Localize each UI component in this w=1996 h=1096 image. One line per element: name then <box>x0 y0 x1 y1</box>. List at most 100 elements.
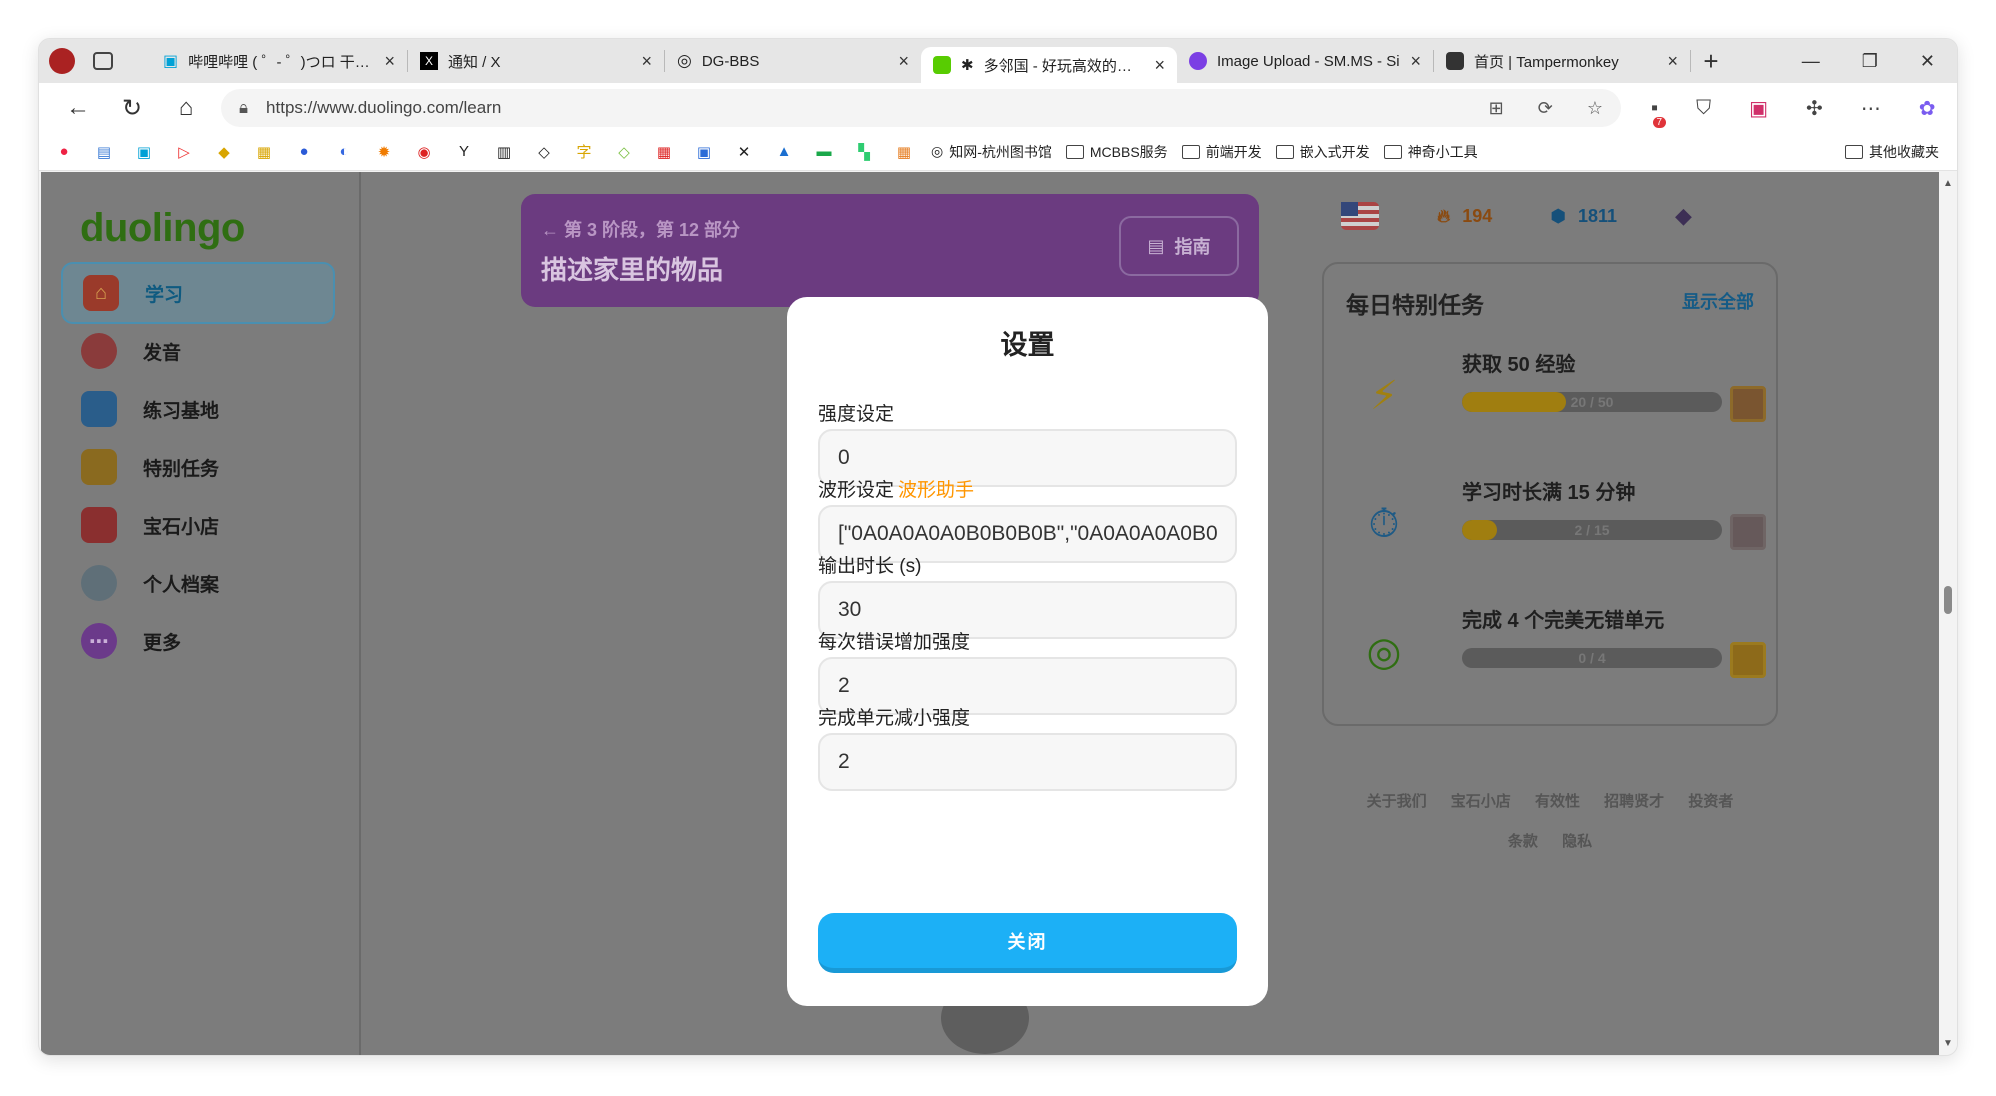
sidebar-item-profile[interactable]: 个人档案 <box>61 552 335 614</box>
copilot-icon[interactable]: ✿ <box>1919 96 1936 121</box>
bookmark-bilibili-icon[interactable]: ▣ <box>131 139 157 165</box>
bookmark-app-icon[interactable]: ● <box>51 139 77 165</box>
field-label: 波形设定 波形助手 <box>818 480 975 501</box>
home-nav-icon[interactable]: ⌂ <box>159 94 213 122</box>
back-arrow-icon[interactable]: ← <box>541 220 564 240</box>
site-info-icon[interactable]: 🔒︎ <box>239 98 248 118</box>
footer-link[interactable]: 隐私 <box>1562 833 1592 850</box>
shield-icon[interactable]: ⛉ <box>1696 97 1711 120</box>
show-all-link[interactable]: 显示全部 <box>1682 288 1754 314</box>
profile-avatar-icon[interactable] <box>49 48 75 74</box>
sidebar-item-shop[interactable]: 宝石小店 <box>61 494 335 556</box>
bookmark-app-icon[interactable]: ▦ <box>251 139 277 165</box>
address-bar[interactable]: 🔒︎ https://www.duolingo.com/learn ⊞ ⟳ ☆ <box>221 89 1621 127</box>
sidebar-item-practice[interactable]: 练习基地 <box>61 378 335 440</box>
bookmark-app-icon[interactable]: ▚ <box>851 139 877 165</box>
us-flag-icon[interactable] <box>1341 202 1379 230</box>
close-button[interactable]: 关闭 <box>818 913 1237 973</box>
bookmark-folder[interactable]: MCBBS服务 <box>1065 142 1168 162</box>
bookmark-app-icon[interactable]: ▦ <box>651 139 677 165</box>
folder-icon <box>1065 144 1084 159</box>
tab-duolingo[interactable]: ✱ 多邻国 - 好玩高效的英语 × <box>921 47 1177 83</box>
scroll-up-icon[interactable]: ▲ <box>1943 178 1953 189</box>
page-scrollbar[interactable]: ▲ ▼ <box>1939 172 1957 1055</box>
bookmark-app-icon[interactable]: ◆ <box>211 139 237 165</box>
tab-bilibili[interactable]: ▣ 哔哩哔哩 ( ゜- ゜)つロ 干杯~ × <box>151 43 407 79</box>
duolingo-logo[interactable]: duolingo <box>80 206 245 251</box>
tab-x[interactable]: X 通知 / X × <box>408 43 664 79</box>
sidebar-item-more[interactable]: ⋯ 更多 <box>61 610 335 672</box>
footer-link[interactable]: 宝石小店 <box>1451 793 1511 810</box>
minimize-icon[interactable]: — <box>1802 51 1820 72</box>
unit-decrease-input[interactable] <box>818 733 1237 791</box>
guide-button[interactable]: ▤ 指南 <box>1119 216 1239 276</box>
sidebar-item-pronunciation[interactable]: 发音 <box>61 320 335 382</box>
tab-dgbbs[interactable]: ◎ DG-BBS × <box>665 43 921 79</box>
extensions-puzzle-icon[interactable]: ✣ <box>1806 96 1823 121</box>
bookmark-app-icon[interactable]: ▤ <box>91 139 117 165</box>
tab-actions-icon[interactable] <box>93 52 113 70</box>
bookmark-app-icon[interactable]: ● <box>291 139 317 165</box>
bookmark-app-icon[interactable]: ◐ <box>331 139 357 165</box>
footer-link[interactable]: 条款 <box>1508 833 1538 850</box>
footer-link[interactable]: 关于我们 <box>1367 793 1427 810</box>
folder-icon <box>1845 144 1863 159</box>
sidebar-item-quests[interactable]: 特别任务 <box>61 436 335 498</box>
tab-smms[interactable]: Image Upload - SM.MS - Si × <box>1177 43 1433 79</box>
bookmark-folder[interactable]: 嵌入式开发 <box>1275 142 1370 162</box>
waveform-helper-link[interactable]: 波形助手 <box>898 480 974 501</box>
x-icon: X <box>420 52 438 70</box>
bookmark-app-icon[interactable]: ▥ <box>491 139 517 165</box>
scrollbar-thumb[interactable] <box>1944 586 1952 614</box>
other-bookmarks-folder[interactable]: 其他收藏夹 <box>1845 142 1957 162</box>
footer-link[interactable]: 招聘贤才 <box>1604 793 1664 810</box>
close-icon[interactable]: × <box>898 51 909 72</box>
gems-counter[interactable]: ⬢ 1811 <box>1550 206 1617 227</box>
bookmark-app-icon[interactable]: ◉ <box>411 139 437 165</box>
extension-red-icon[interactable]: ▣ <box>1749 96 1768 121</box>
more-menu-icon[interactable]: ⋯ <box>1861 96 1881 121</box>
bookmark-app-icon[interactable]: 字 <box>571 139 597 165</box>
app-install-icon[interactable]: ⊞ <box>1489 98 1504 119</box>
close-icon[interactable]: × <box>1154 55 1165 76</box>
restore-icon[interactable]: ❐ <box>1862 51 1878 72</box>
bookmark-play-icon[interactable]: ▷ <box>171 139 197 165</box>
bookmark-app-icon[interactable]: ✕ <box>731 139 757 165</box>
window-close-icon[interactable]: ✕ <box>1920 51 1935 72</box>
extension-badge-icon[interactable]: ▪ 7 <box>1651 97 1667 128</box>
bookmark-app-icon[interactable]: ◇ <box>611 139 637 165</box>
unit-banner[interactable]: ← 第 3 阶段，第 12 部分 描述家里的物品 ▤ 指南 <box>521 194 1259 307</box>
close-icon[interactable]: × <box>1667 51 1678 72</box>
close-icon[interactable]: × <box>641 51 652 72</box>
bookmark-app-icon[interactable]: ▲ <box>771 139 797 165</box>
quest-progress-bar: 20 / 50 <box>1462 392 1722 412</box>
bookmark-app-icon[interactable]: ✹ <box>371 139 397 165</box>
footer-link[interactable]: 有效性 <box>1535 793 1580 810</box>
sidebar-item-learn[interactable]: ⌂ 学习 <box>61 262 335 324</box>
tab-tampermonkey[interactable]: 首页 | Tampermonkey × <box>1434 43 1690 79</box>
bookmark-folder[interactable]: 神奇小工具 <box>1383 142 1478 162</box>
bookmark-folder[interactable]: 前端开发 <box>1181 142 1262 162</box>
dialog-title: 设置 <box>1000 330 1055 360</box>
bookmark-app-icon[interactable]: ◇ <box>531 139 557 165</box>
quest-progress-text: 20 / 50 <box>1570 394 1614 410</box>
translate-icon[interactable]: ⟳ <box>1538 98 1553 119</box>
bookmark-app-icon[interactable]: ▦ <box>891 139 917 165</box>
back-icon[interactable]: ← <box>51 94 105 122</box>
bookmark-app-icon[interactable]: ▣ <box>691 139 717 165</box>
scroll-down-icon[interactable]: ▼ <box>1943 1038 1953 1049</box>
url-text[interactable]: https://www.duolingo.com/learn <box>266 98 1489 118</box>
bookmark-app-icon[interactable]: Y <box>451 139 477 165</box>
close-icon[interactable]: × <box>384 51 395 72</box>
new-tab-button[interactable]: + <box>1691 46 1731 77</box>
favorite-star-icon[interactable]: ☆ <box>1587 98 1603 119</box>
field-label: 输出时长 (s) <box>818 556 922 577</box>
bookmark-app-icon[interactable]: ▬ <box>811 139 837 165</box>
extension-badge-count: 7 <box>1652 116 1667 128</box>
footer-link[interactable]: 投资者 <box>1688 793 1733 810</box>
reload-icon[interactable]: ↻ <box>105 94 159 123</box>
close-icon[interactable]: × <box>1410 51 1421 72</box>
bookmark-link[interactable]: ◎ 知网-杭州图书馆 <box>931 142 1052 162</box>
league-icon[interactable]: ◆ <box>1675 203 1692 229</box>
streak-counter[interactable]: 🔥︎ 194 <box>1437 206 1492 227</box>
